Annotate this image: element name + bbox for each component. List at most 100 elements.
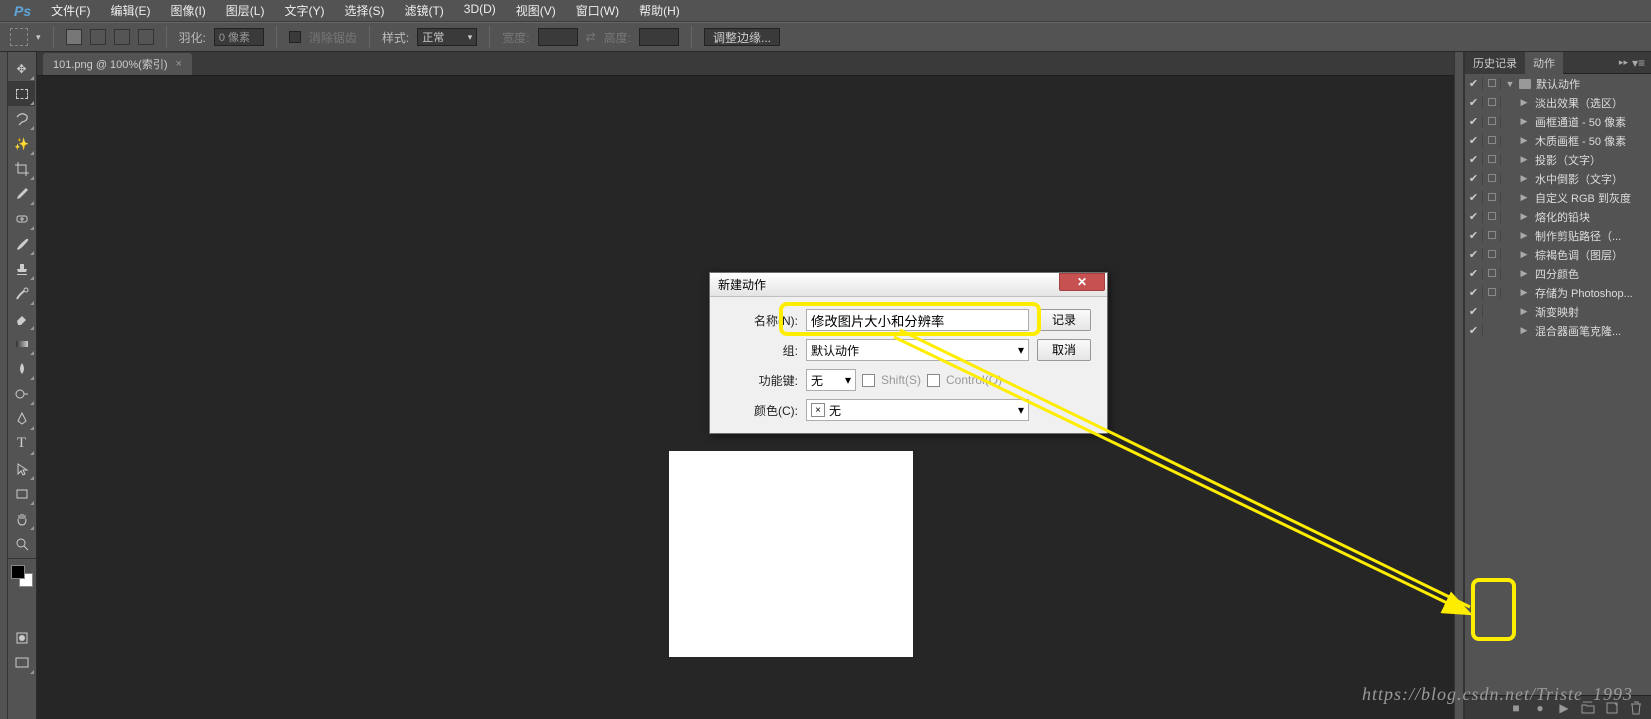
check-icon[interactable]: ✔ — [1465, 324, 1483, 337]
disclosure-right-icon[interactable]: ▶ — [1515, 116, 1533, 127]
dialog-toggle-icon[interactable] — [1488, 250, 1496, 258]
crop-tool[interactable] — [8, 156, 35, 181]
tab-history[interactable]: 历史记录 — [1465, 52, 1525, 74]
wand-tool[interactable]: ✨ — [8, 131, 35, 156]
menu-edit[interactable]: 编辑(E) — [100, 0, 160, 21]
disclosure-right-icon[interactable]: ▶ — [1515, 325, 1533, 336]
disclosure-right-icon[interactable]: ▶ — [1515, 287, 1533, 298]
menu-select[interactable]: 选择(S) — [334, 0, 394, 21]
action-item[interactable]: ✔▶水中倒影（文字） — [1465, 169, 1651, 188]
action-item[interactable]: ✔▶自定义 RGB 到灰度 — [1465, 188, 1651, 207]
disclosure-right-icon[interactable]: ▶ — [1515, 306, 1533, 317]
disclosure-right-icon[interactable]: ▶ — [1515, 192, 1533, 203]
action-item[interactable]: ✔▶棕褐色调（图层） — [1465, 245, 1651, 264]
disclosure-right-icon[interactable]: ▶ — [1515, 268, 1533, 279]
blur-tool[interactable] — [8, 356, 35, 381]
heal-tool[interactable] — [8, 206, 35, 231]
action-item[interactable]: ✔▶制作剪贴路径（... — [1465, 226, 1651, 245]
type-tool[interactable]: T — [8, 431, 35, 456]
name-input[interactable] — [806, 309, 1029, 331]
document-tab[interactable]: 101.png @ 100%(索引) × — [43, 53, 192, 75]
zoom-tool[interactable] — [8, 531, 35, 556]
menu-view[interactable]: 视图(V) — [506, 0, 566, 21]
dialog-toggle-icon[interactable] — [1488, 174, 1496, 182]
group-select[interactable]: 默认动作▾ — [806, 339, 1029, 361]
action-item[interactable]: ✔▶木质画框 - 50 像素 — [1465, 131, 1651, 150]
disclosure-right-icon[interactable]: ▶ — [1515, 173, 1533, 184]
dialog-toggle-icon[interactable] — [1488, 269, 1496, 277]
action-item[interactable]: ✔▶投影（文字） — [1465, 150, 1651, 169]
panel-menu-icon[interactable]: ▾≡ — [1632, 56, 1645, 70]
menu-type[interactable]: 文字(Y) — [274, 0, 334, 21]
check-icon[interactable]: ✔ — [1465, 191, 1483, 204]
lasso-tool[interactable] — [8, 106, 35, 131]
dialog-toggle-icon[interactable] — [1488, 288, 1496, 296]
dialog-toggle-icon[interactable] — [1488, 98, 1496, 106]
check-icon[interactable]: ✔ — [1465, 286, 1483, 299]
fg-color-swatch[interactable] — [11, 565, 25, 579]
shape-tool[interactable] — [8, 481, 35, 506]
eyedropper-tool[interactable] — [8, 181, 35, 206]
gradient-tool[interactable] — [8, 331, 35, 356]
marquee-int-icon[interactable] — [138, 29, 154, 45]
fnkey-select[interactable]: 无▾ — [806, 369, 856, 391]
dialog-toggle-icon[interactable] — [1488, 117, 1496, 125]
check-icon[interactable]: ✔ — [1465, 134, 1483, 147]
check-icon[interactable]: ✔ — [1465, 210, 1483, 223]
eraser-tool[interactable] — [8, 306, 35, 331]
artboard[interactable] — [669, 451, 913, 657]
chevron-down-icon[interactable]: ▾ — [36, 32, 41, 43]
brush-tool[interactable] — [8, 231, 35, 256]
menu-3d[interactable]: 3D(D) — [454, 0, 506, 21]
disclosure-right-icon[interactable]: ▶ — [1515, 249, 1533, 260]
dialog-titlebar[interactable]: 新建动作 ✕ — [710, 273, 1107, 297]
feather-input[interactable]: 0 像素 — [214, 28, 264, 46]
path-select-tool[interactable] — [8, 456, 35, 481]
menu-image[interactable]: 图像(I) — [160, 0, 215, 21]
dialog-toggle-icon[interactable] — [1488, 79, 1496, 87]
marquee-tool[interactable] — [8, 81, 35, 106]
disclosure-right-icon[interactable]: ▶ — [1515, 154, 1533, 165]
check-icon[interactable]: ✔ — [1465, 115, 1483, 128]
menu-help[interactable]: 帮助(H) — [629, 0, 690, 21]
move-tool[interactable]: ✥ — [8, 56, 35, 81]
actions-list[interactable]: ✔ ▼ 默认动作 ✔▶淡出效果（选区）✔▶画框通道 - 50 像素✔▶木质画框 … — [1465, 74, 1651, 695]
pen-tool[interactable] — [8, 406, 35, 431]
check-icon[interactable]: ✔ — [1465, 96, 1483, 109]
collapsed-panel-strip[interactable] — [1454, 52, 1464, 719]
dialog-toggle-icon[interactable] — [1488, 155, 1496, 163]
screen-mode-toggle[interactable] — [8, 650, 35, 675]
action-item[interactable]: ✔▶存储为 Photoshop... — [1465, 283, 1651, 302]
action-item[interactable]: ✔▶四分颜色 — [1465, 264, 1651, 283]
action-item[interactable]: ✔▶渐变映射 — [1465, 302, 1651, 321]
dialog-toggle-icon[interactable] — [1488, 231, 1496, 239]
dialog-close-button[interactable]: ✕ — [1059, 273, 1105, 291]
dialog-toggle-icon[interactable] — [1488, 136, 1496, 144]
check-icon[interactable]: ✔ — [1465, 153, 1483, 166]
expand-icon[interactable]: ▸▸ — [1619, 57, 1628, 68]
action-item[interactable]: ✔▶淡出效果（选区） — [1465, 93, 1651, 112]
action-item[interactable]: ✔▶画框通道 - 50 像素 — [1465, 112, 1651, 131]
stamp-tool[interactable] — [8, 256, 35, 281]
color-select[interactable]: ×无 ▾ — [806, 399, 1029, 421]
history-brush-tool[interactable] — [8, 281, 35, 306]
close-icon[interactable]: × — [176, 58, 182, 70]
menu-file[interactable]: 文件(F) — [41, 0, 100, 21]
check-icon[interactable]: ✔ — [1465, 229, 1483, 242]
color-swatches[interactable] — [8, 565, 36, 595]
marquee-sub-icon[interactable] — [114, 29, 130, 45]
dodge-tool[interactable] — [8, 381, 35, 406]
tool-preset-button[interactable] — [10, 28, 28, 46]
disclosure-right-icon[interactable]: ▶ — [1515, 230, 1533, 241]
style-select[interactable]: 正常▾ — [417, 28, 477, 46]
menu-window[interactable]: 窗口(W) — [566, 0, 629, 21]
record-button[interactable]: 记录 — [1037, 309, 1091, 331]
dialog-toggle-icon[interactable] — [1488, 212, 1496, 220]
actions-root[interactable]: ✔ ▼ 默认动作 — [1465, 74, 1651, 93]
marquee-add-icon[interactable] — [90, 29, 106, 45]
disclosure-down-icon[interactable]: ▼ — [1501, 79, 1519, 89]
action-item[interactable]: ✔▶熔化的铅块 — [1465, 207, 1651, 226]
check-icon[interactable]: ✔ — [1465, 172, 1483, 185]
tab-actions[interactable]: 动作 — [1525, 52, 1563, 74]
menu-layer[interactable]: 图层(L) — [216, 0, 275, 21]
